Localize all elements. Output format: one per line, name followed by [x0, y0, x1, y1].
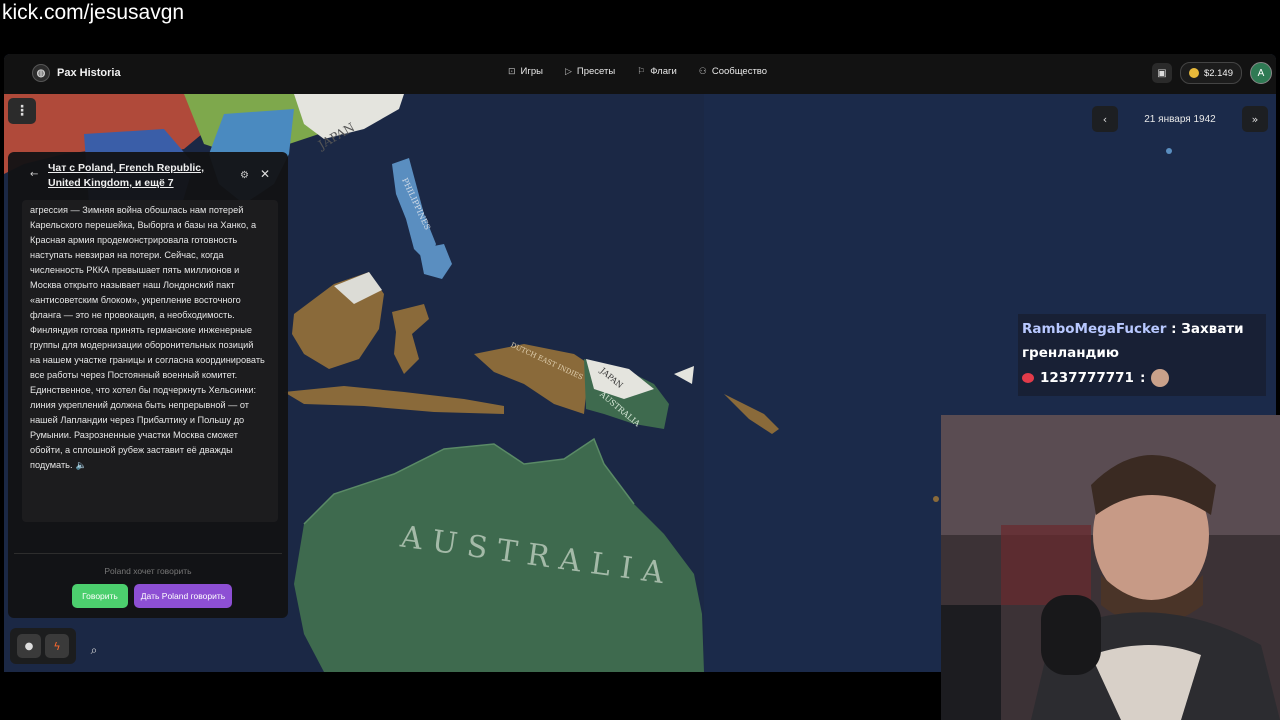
chat-message: агрессия — Зимняя война обошлась нам пот… — [30, 205, 265, 470]
flag-icon: ⚐ — [637, 66, 646, 76]
main-nav: ⊡ Игры ▷ Пресеты ⚐ Флаги ⚇ Сообщество — [508, 66, 767, 77]
coin-icon — [1188, 68, 1199, 78]
gear-icon[interactable]: ⚙ — [240, 170, 249, 181]
current-date: 21 января 1942 — [1144, 113, 1216, 125]
kebab-menu-icon: ⋮ — [15, 103, 29, 119]
date-control: ‹ 21 января 1942 » — [1092, 106, 1268, 132]
stream-chat-overlay: RamboMegaFucker : Захвати гренландию 123… — [1018, 314, 1266, 396]
region-island-east — [933, 496, 939, 502]
chat-title[interactable]: Чат с Poland, French Republic, United Ki… — [48, 161, 238, 191]
advance-time-button[interactable]: » — [1242, 106, 1268, 132]
globe-logo-icon: ◍ — [32, 64, 50, 82]
bolt-icon[interactable]: ϟ — [45, 634, 69, 658]
streamer-webcam — [941, 415, 1280, 720]
play-icon: ▷ — [564, 66, 572, 76]
double-chevron-right-icon: » — [1251, 112, 1259, 126]
diplomacy-chat-panel: ← Чат с Poland, French Republic, United … — [8, 152, 288, 618]
speak-button[interactable]: Говорить — [72, 584, 128, 608]
top-navigation-bar: ◍ Pax Historia ⊡ Игры ▷ Пресеты ⚐ Флаги ⚇ Со… — [4, 54, 1276, 94]
gift-icon[interactable]: ▣ — [1151, 63, 1172, 83]
region-island-pacific — [1166, 148, 1172, 154]
stream-chat-username: RamboMegaFucker — [1022, 321, 1167, 337]
back-arrow-icon[interactable]: ← — [30, 169, 38, 180]
let-poland-speak-button[interactable]: Дать Poland говорить — [134, 584, 232, 608]
chat-bubble-icon[interactable]: ● — [17, 634, 41, 658]
close-icon[interactable]: ✕ — [260, 167, 270, 181]
avatar[interactable]: A — [1250, 62, 1272, 84]
brand-name: Pax Historia — [57, 67, 121, 79]
speaker-icon[interactable]: 🔈 — [76, 460, 87, 470]
search-icon[interactable]: ⌕ — [84, 640, 104, 660]
previous-date-button[interactable]: ‹ — [1092, 106, 1118, 132]
gamepad-icon: ⊡ — [508, 66, 516, 76]
account-tools: ▣ $2.149 A — [1151, 62, 1272, 84]
badge-icon — [1022, 373, 1034, 383]
wants-to-speak-label: Poland хочет говорить — [104, 566, 192, 576]
nav-flags[interactable]: ⚐ Флаги — [637, 66, 677, 77]
chevron-left-icon: ‹ — [1102, 112, 1108, 126]
coin-balance[interactable]: $2.149 — [1179, 62, 1242, 84]
stream-chat-message-2: 1237777771 : — [1022, 369, 1170, 387]
nav-presets[interactable]: ▷ Пресеты — [565, 66, 615, 77]
divider — [14, 553, 282, 554]
chat-header: ← Чат с Poland, French Republic, United … — [8, 152, 288, 200]
community-icon: ⚇ — [698, 66, 707, 76]
more-menu-button[interactable]: ⋮ — [8, 98, 36, 124]
nav-games[interactable]: ⊡ Игры — [508, 66, 543, 77]
stream-chat-message: RamboMegaFucker : Захвати гренландию — [1022, 321, 1244, 361]
brand[interactable]: ◍ Pax Historia — [32, 64, 121, 82]
emote-icon — [1151, 369, 1170, 387]
webcam-image — [941, 415, 1280, 720]
nav-community[interactable]: ⚇ Сообщество — [699, 66, 767, 77]
stream-watermark: kick.com/jesusavgn — [2, 1, 185, 24]
bottom-left-toolbar: ● ϟ — [10, 628, 76, 664]
